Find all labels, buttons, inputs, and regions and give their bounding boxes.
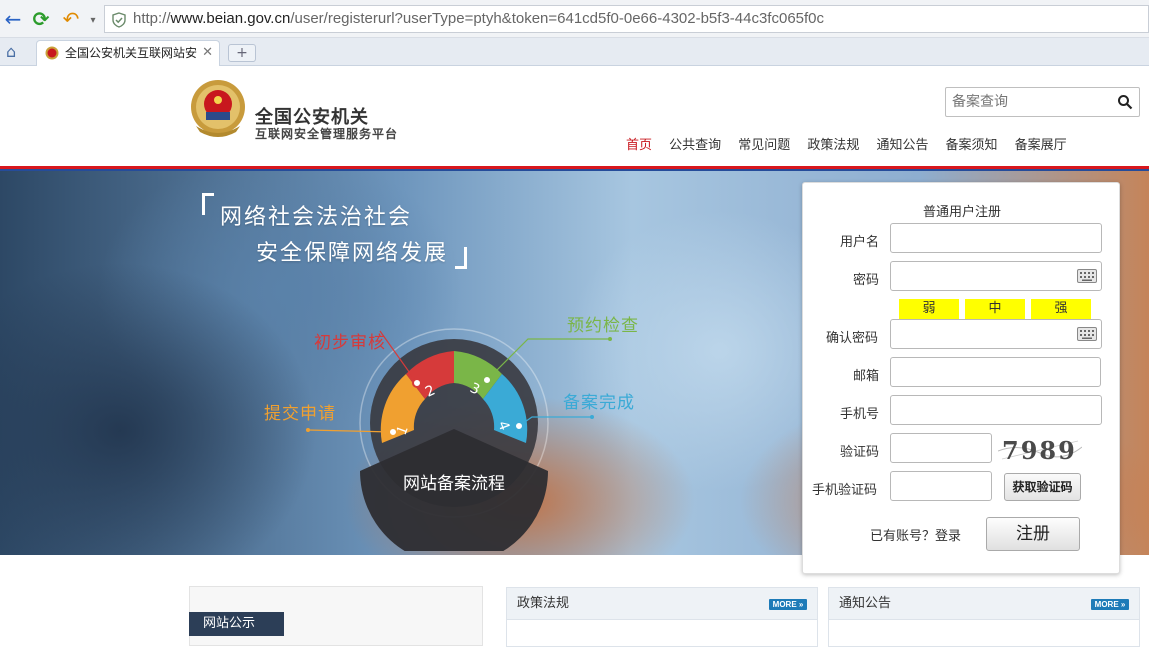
undo-icon[interactable]: ↶ bbox=[60, 8, 82, 30]
slogan-line-2: 安全保障网络发展 bbox=[256, 241, 449, 266]
password-input[interactable] bbox=[890, 261, 1102, 291]
shield-icon bbox=[112, 12, 126, 28]
confirm-password-label: 确认密码 bbox=[826, 331, 879, 346]
nav-public-query[interactable]: 公共查询 bbox=[669, 136, 721, 156]
search-box bbox=[945, 87, 1140, 117]
strength-weak: 弱 bbox=[899, 299, 959, 319]
username-label: 用户名 bbox=[840, 235, 880, 250]
confirm-password-input[interactable] bbox=[890, 319, 1102, 349]
process-title: 网站备案流程 bbox=[403, 474, 505, 494]
email-input[interactable] bbox=[890, 357, 1101, 387]
step-2-label: 初步审核 bbox=[314, 333, 386, 353]
url-prefix: http:// bbox=[133, 10, 171, 27]
nav-faq[interactable]: 常见问题 bbox=[738, 136, 790, 156]
site-header: 全国公安机关 互联网安全管理服务平台 首页 公共查询 常见问题 政策法规 通知公… bbox=[0, 66, 1149, 168]
police-emblem-logo[interactable] bbox=[188, 78, 248, 140]
captcha-image[interactable]: 7989 bbox=[998, 433, 1082, 465]
announcement-panel: 通知公告 MORE » bbox=[828, 587, 1140, 647]
captcha-input[interactable] bbox=[890, 433, 992, 463]
address-bar[interactable]: http://www.beian.gov.cn/user/registerurl… bbox=[104, 5, 1149, 33]
step-1-dot bbox=[388, 427, 398, 437]
search-icon[interactable] bbox=[1117, 94, 1133, 110]
step-3-connector-end bbox=[608, 337, 612, 341]
main-nav: 首页 公共查询 常见问题 政策法规 通知公告 备案须知 备案展厅 bbox=[620, 134, 1073, 158]
police-emblem-favicon-icon bbox=[45, 46, 59, 60]
refresh-icon[interactable]: ⟳ bbox=[30, 8, 52, 30]
browser-toolbar: ← ⟳ ↶ ▾ http://www.beian.gov.cn/user/reg… bbox=[0, 0, 1149, 38]
captcha-text: 7989 bbox=[1002, 436, 1077, 465]
url-path: /user/registerurl?userType=ptyh&token=64… bbox=[290, 10, 825, 27]
site-subtitle: 互联网安全管理服务平台 bbox=[255, 127, 399, 141]
step-1-label: 提交申请 bbox=[264, 404, 336, 424]
step-3-dot bbox=[482, 375, 492, 385]
undo-dropdown-icon[interactable]: ▾ bbox=[82, 10, 104, 32]
nav-filing-guide[interactable]: 备案须知 bbox=[946, 136, 998, 156]
password-label: 密码 bbox=[853, 273, 880, 288]
slogan-bracket-open bbox=[202, 193, 214, 215]
step-3-label: 预约检查 bbox=[567, 316, 639, 336]
keyboard-icon[interactable] bbox=[1077, 327, 1097, 341]
get-sms-code-button[interactable]: 获取验证码 bbox=[1004, 473, 1081, 501]
home-icon[interactable]: ⌂ bbox=[6, 42, 16, 61]
sms-code-label: 手机验证码 bbox=[812, 483, 878, 498]
login-link[interactable]: 已有账号？登录 bbox=[870, 525, 961, 544]
form-title: 普通用户注册 bbox=[922, 205, 1001, 220]
search-input[interactable] bbox=[946, 88, 1106, 116]
policy-more-button[interactable]: MORE » bbox=[769, 599, 807, 610]
nav-policy[interactable]: 政策法规 bbox=[807, 136, 859, 156]
tab-bar: ⌂ 全国公安机关互联网站安 ✕ + bbox=[0, 38, 1149, 66]
step-2-dot bbox=[412, 378, 422, 388]
policy-panel: 政策法规 MORE » bbox=[506, 587, 818, 647]
nav-notice[interactable]: 通知公告 bbox=[876, 136, 928, 156]
keyboard-icon[interactable] bbox=[1077, 269, 1097, 283]
phone-label: 手机号 bbox=[840, 407, 880, 422]
register-button[interactable]: 注册 bbox=[986, 517, 1080, 551]
step-4-dot bbox=[514, 421, 524, 431]
tab-active[interactable]: 全国公安机关互联网站安 ✕ bbox=[36, 40, 220, 66]
back-icon[interactable]: ← bbox=[2, 8, 24, 30]
username-input[interactable] bbox=[890, 223, 1102, 253]
slogan-line-1: 网络社会法治社会 bbox=[220, 205, 413, 230]
announcement-more-button[interactable]: MORE » bbox=[1091, 599, 1129, 610]
step-1-connector-end bbox=[306, 428, 310, 432]
sms-code-input[interactable] bbox=[890, 471, 992, 501]
tab-close-icon[interactable]: ✕ bbox=[202, 41, 213, 65]
new-tab-button[interactable]: + bbox=[228, 44, 256, 62]
slogan-bracket-close bbox=[455, 247, 467, 269]
phone-input[interactable] bbox=[890, 395, 1102, 425]
nav-home[interactable]: 首页 bbox=[626, 136, 652, 156]
strength-medium: 中 bbox=[965, 299, 1025, 319]
website-notice-tab[interactable]: 网站公示 bbox=[189, 612, 284, 636]
url-domain: www.beian.gov.cn bbox=[170, 10, 291, 27]
step-4-connector-end bbox=[590, 415, 594, 419]
nav-filing-hall[interactable]: 备案展厅 bbox=[1015, 136, 1067, 156]
strength-strong: 强 bbox=[1031, 299, 1091, 319]
email-label: 邮箱 bbox=[853, 369, 880, 384]
step-4-label: 备案完成 bbox=[563, 393, 635, 413]
captcha-label: 验证码 bbox=[840, 445, 880, 460]
tab-title: 全国公安机关互联网站安 bbox=[65, 46, 198, 60]
